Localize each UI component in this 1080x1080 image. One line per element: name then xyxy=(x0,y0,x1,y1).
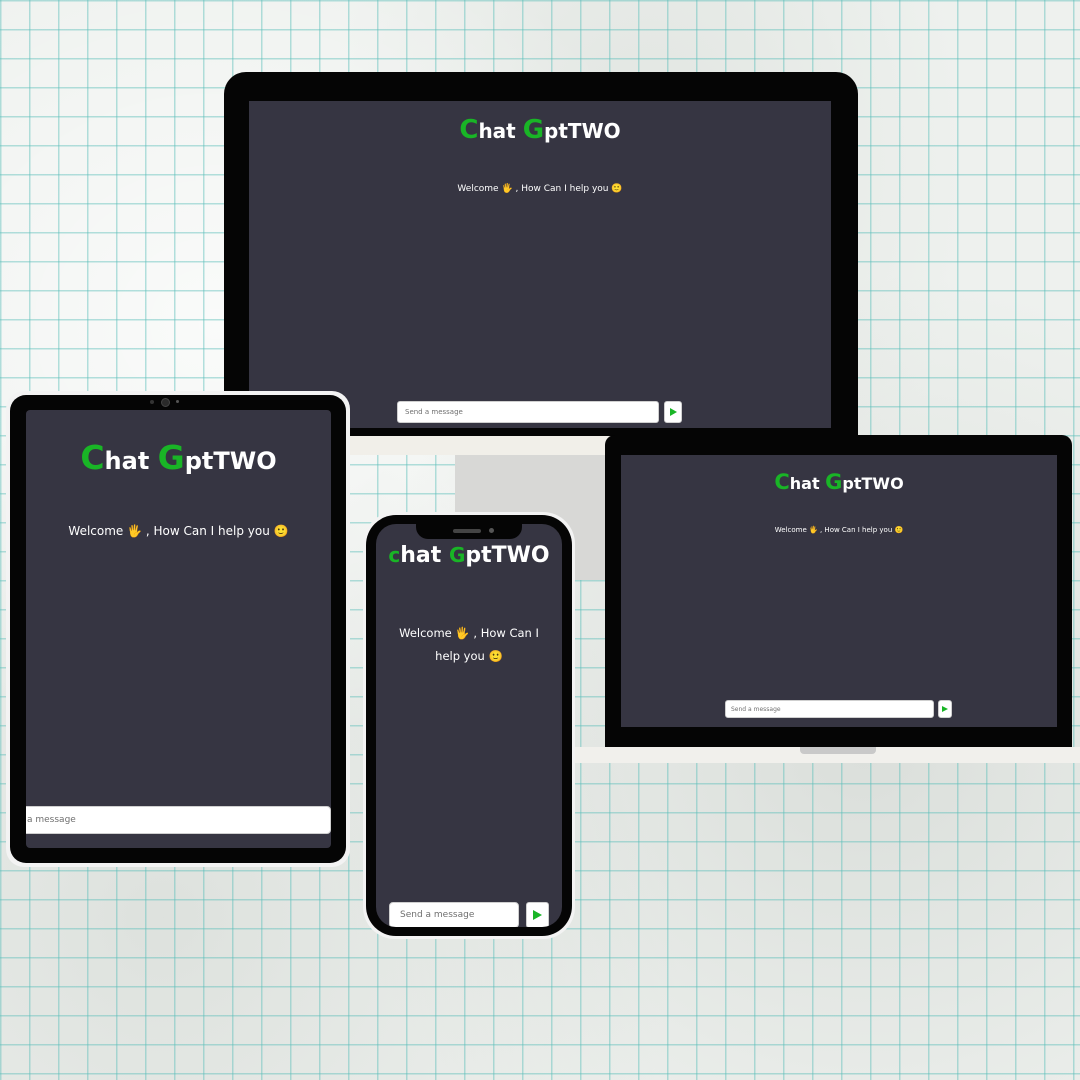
smile-icon: 🙂 xyxy=(273,524,289,538)
welcome-message: Welcome 🖐 , How Can I help you 🙂 xyxy=(774,526,904,534)
send-triangle-icon xyxy=(533,910,542,920)
welcome-message: Welcome 🖐 , How Can I help you 🙂 xyxy=(68,524,289,538)
welcome-message: Welcome 🖐 , How Can I help you 🙂 xyxy=(376,622,562,668)
message-composer: Send a message xyxy=(725,700,952,718)
smile-icon: 🙂 xyxy=(611,184,623,194)
desktop-screen: Chat GptTWO Welcome 🖐 , How Can I help y… xyxy=(249,101,831,428)
camera-dot xyxy=(176,400,179,403)
message-input[interactable]: a message xyxy=(26,806,331,834)
camera-lens xyxy=(161,398,170,407)
laptop-screen: Chat GptTWO Welcome 🖐 , How Can I help y… xyxy=(621,455,1057,727)
front-camera xyxy=(489,528,494,533)
send-button[interactable] xyxy=(938,700,952,718)
phone-notch xyxy=(416,524,522,539)
app-title: Chat GptTWO xyxy=(80,438,277,477)
send-button[interactable] xyxy=(526,902,549,927)
message-composer: Send a message xyxy=(397,401,682,423)
smile-icon: 🙂 xyxy=(894,526,904,534)
message-composer: a message xyxy=(26,806,331,834)
camera-dot xyxy=(150,400,154,404)
smile-icon: 🙂 xyxy=(488,649,503,663)
laptop-hinge xyxy=(800,747,876,754)
welcome-message: Welcome 🖐 , How Can I help you 🙂 xyxy=(457,184,623,194)
wave-hand-icon: 🖐 xyxy=(809,526,818,534)
app-title: chat GptTWO xyxy=(388,543,550,568)
message-input[interactable]: Send a message xyxy=(389,902,519,927)
app-title: Chat GptTWO xyxy=(774,470,904,494)
send-triangle-icon xyxy=(942,706,948,712)
message-input[interactable]: Send a message xyxy=(397,401,659,423)
app-title: Chat GptTWO xyxy=(459,115,621,145)
message-composer: Send a message xyxy=(389,902,549,927)
send-button[interactable] xyxy=(664,401,682,423)
wave-hand-icon: 🖐 xyxy=(501,184,513,194)
send-triangle-icon xyxy=(669,408,677,416)
speaker-grille xyxy=(453,529,481,533)
phone-screen: chat GptTWO Welcome 🖐 , How Can I help y… xyxy=(376,524,562,927)
message-input[interactable]: Send a message xyxy=(725,700,934,718)
wave-hand-icon: 🖐 xyxy=(127,524,143,538)
tablet-camera xyxy=(150,398,180,407)
tablet-screen: Chat GptTWO Welcome 🖐 , How Can I help y… xyxy=(26,410,331,848)
wave-hand-icon: 🖐 xyxy=(455,626,470,640)
